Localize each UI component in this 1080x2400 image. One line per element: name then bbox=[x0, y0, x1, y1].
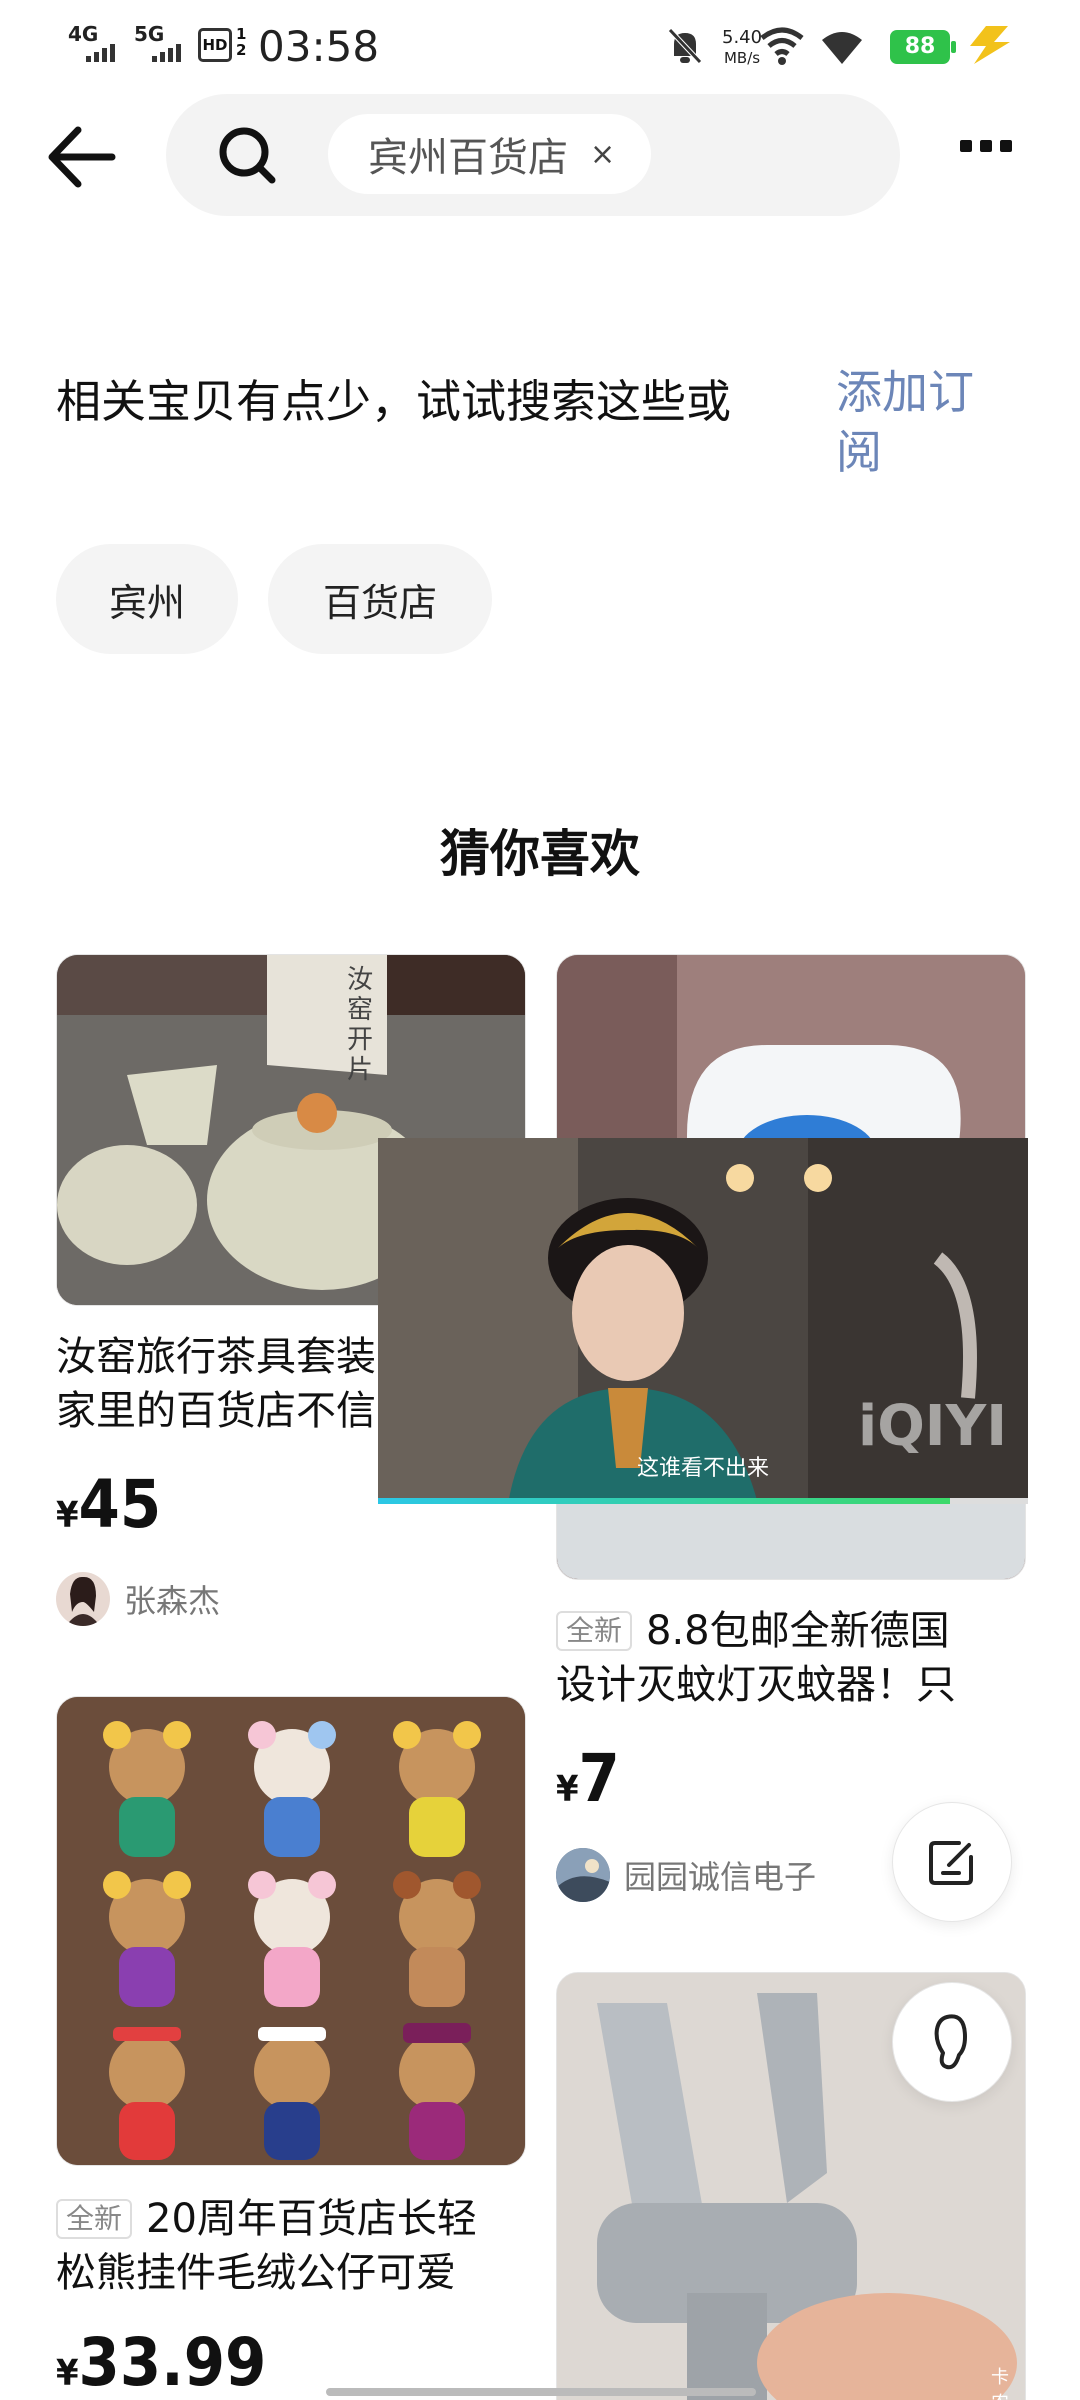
currency-symbol: ¥ bbox=[56, 2353, 79, 2394]
currency-symbol: ¥ bbox=[556, 1769, 579, 1810]
seller-info[interactable]: 园园诚信电子 bbox=[556, 1848, 816, 1902]
sim-index: 1 2 bbox=[236, 25, 247, 59]
battery-indicator: 88 bbox=[890, 30, 956, 64]
floating-video-player[interactable]: iQIYI 这谁看不出来 bbox=[378, 1138, 1028, 1504]
status-bar: 4G 5G HD 1 2 03:58 5.40 MB/s 88 bbox=[0, 0, 1080, 90]
back-arrow-icon[interactable] bbox=[44, 124, 118, 190]
product-title-line[interactable]: 松熊挂件毛绒公仔可爱 bbox=[56, 2246, 526, 2300]
suggestion-chip[interactable]: 百货店 bbox=[268, 544, 492, 654]
seller-avatar bbox=[556, 1848, 610, 1902]
clear-query-icon[interactable]: × bbox=[590, 137, 615, 172]
charging-bolt-icon bbox=[970, 26, 1010, 64]
signal-bars-icon bbox=[152, 44, 181, 62]
hd-badge: HD bbox=[198, 28, 232, 62]
speed-unit: MB/s bbox=[723, 49, 761, 67]
footprint-fab-button[interactable] bbox=[892, 1982, 1012, 2102]
edit-icon bbox=[929, 1841, 973, 1885]
product-price: ¥33.99 bbox=[56, 2324, 266, 2400]
price-value: 7 bbox=[578, 1740, 620, 1817]
few-results-message: 相关宝贝有点少，试试搜索这些或 bbox=[56, 375, 732, 428]
seller-name: 张森杰 bbox=[124, 1582, 221, 1620]
product-title-text: 20周年百货店长轻 bbox=[146, 2196, 477, 2242]
add-subscription-link[interactable]: 添加订阅 bbox=[836, 362, 996, 482]
more-menu-icon[interactable] bbox=[960, 140, 1012, 152]
page: 4G 5G HD 1 2 03:58 5.40 MB/s 88 宾州百货店 × … bbox=[0, 0, 1080, 2400]
product-price: ¥7 bbox=[556, 1740, 620, 1817]
edit-fab-button[interactable] bbox=[892, 1802, 1012, 1922]
suggestion-chip[interactable]: 宾州 bbox=[56, 544, 238, 654]
plush-bears-photo bbox=[57, 1697, 525, 2165]
signal-5g-label: 5G bbox=[134, 22, 165, 46]
signal-bars-icon bbox=[86, 44, 115, 62]
search-query-text: 宾州百货店 bbox=[368, 135, 568, 181]
wifi-plus-icon bbox=[760, 27, 804, 65]
price-value: 45 bbox=[78, 1466, 162, 1543]
image-watermark: 卡农 bbox=[991, 2367, 1009, 2400]
product-title-text: 8.8包邮全新德国 bbox=[646, 1608, 950, 1654]
product-title-line[interactable]: 设计灭蚊灯灭蚊器！只 bbox=[556, 1658, 1026, 1712]
new-tag: 全新 bbox=[556, 1611, 633, 1651]
new-tag: 全新 bbox=[56, 2199, 133, 2239]
currency-symbol: ¥ bbox=[56, 1495, 79, 1536]
search-box[interactable]: 宾州百货店 × bbox=[166, 94, 900, 216]
product-title-line[interactable]: 全新 20周年百货店长轻 bbox=[56, 2192, 526, 2246]
home-indicator[interactable] bbox=[326, 2388, 756, 2396]
mute-bell-icon bbox=[668, 28, 702, 64]
video-progress-fill bbox=[378, 1498, 950, 1504]
seller-avatar bbox=[56, 1572, 110, 1626]
seller-name: 园园诚信电子 bbox=[624, 1858, 817, 1896]
seller-info[interactable]: 张森杰 bbox=[56, 1572, 220, 1626]
product-price: ¥45 bbox=[56, 1466, 161, 1543]
clock: 03:58 bbox=[258, 22, 380, 71]
footprint-icon bbox=[934, 2014, 967, 2070]
wifi-icon bbox=[822, 32, 862, 64]
search-header: 宾州百货店 × bbox=[0, 92, 1080, 220]
network-speed: 5.40 MB/s bbox=[722, 28, 762, 68]
video-progress-bar[interactable] bbox=[378, 1498, 1028, 1504]
teaset-image-text: 汝窑开片 bbox=[347, 965, 374, 1085]
product-image[interactable] bbox=[56, 1696, 526, 2166]
speed-value: 5.40 bbox=[722, 27, 763, 48]
product-title-line[interactable]: 全新 8.8包邮全新德国 bbox=[556, 1604, 1026, 1658]
video-subtitle: 这谁看不出来 bbox=[636, 1456, 769, 1481]
signal-4g-label: 4G bbox=[68, 22, 99, 46]
section-title: 猜你喜欢 bbox=[440, 825, 640, 883]
search-query-chip[interactable]: 宾州百货店 × bbox=[328, 114, 652, 194]
search-icon[interactable] bbox=[216, 124, 278, 186]
price-value: 33.99 bbox=[78, 2324, 267, 2400]
